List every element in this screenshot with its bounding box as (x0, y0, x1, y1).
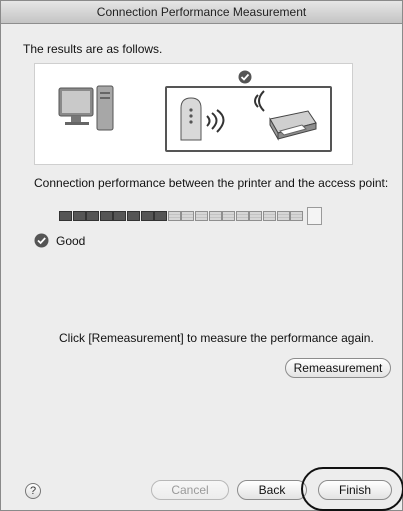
window-title: Connection Performance Measurement (96, 5, 307, 19)
remeasurement-button[interactable]: Remeasurement (285, 358, 391, 378)
performance-label: Connection performance between the print… (34, 176, 389, 190)
access-point-icon (180, 97, 225, 141)
meter-segment (249, 211, 263, 221)
computer-icon (58, 85, 114, 131)
meter-segment (140, 211, 154, 221)
meter-segment (72, 211, 86, 221)
meter-segment (222, 211, 236, 221)
help-button[interactable]: ? (25, 483, 41, 499)
meter-segment (290, 211, 304, 221)
dialog-window: Connection Performance Measurement The r… (0, 0, 403, 511)
meter-segment (208, 211, 222, 221)
signal-strength-meter (59, 207, 324, 225)
meter-segment (195, 211, 208, 221)
meter-segment (86, 211, 100, 221)
meter-segment (235, 211, 249, 221)
check-icon (238, 70, 252, 84)
title-bar[interactable]: Connection Performance Measurement (1, 1, 402, 24)
finish-highlight-ring (301, 467, 403, 511)
meter-segment (113, 211, 127, 221)
check-icon (34, 233, 49, 248)
meter-segment (276, 211, 290, 221)
remeasure-hint: Click [Remeasurement] to measure the per… (59, 331, 374, 345)
meter-segment (181, 211, 195, 221)
meter-segment (127, 211, 140, 221)
meter-segment (99, 211, 113, 221)
meter-segment (167, 211, 181, 221)
result-text: Good (56, 234, 86, 248)
connection-diagram (34, 63, 353, 165)
printer-icon (254, 90, 317, 141)
cancel-button[interactable]: Cancel (151, 480, 229, 500)
intro-text: The results are as follows. (23, 42, 163, 56)
meter-segment (263, 211, 276, 221)
meter-end-cap (307, 207, 322, 225)
back-button[interactable]: Back (237, 480, 307, 500)
meter-segment (59, 211, 72, 221)
meter-segment (154, 211, 168, 221)
